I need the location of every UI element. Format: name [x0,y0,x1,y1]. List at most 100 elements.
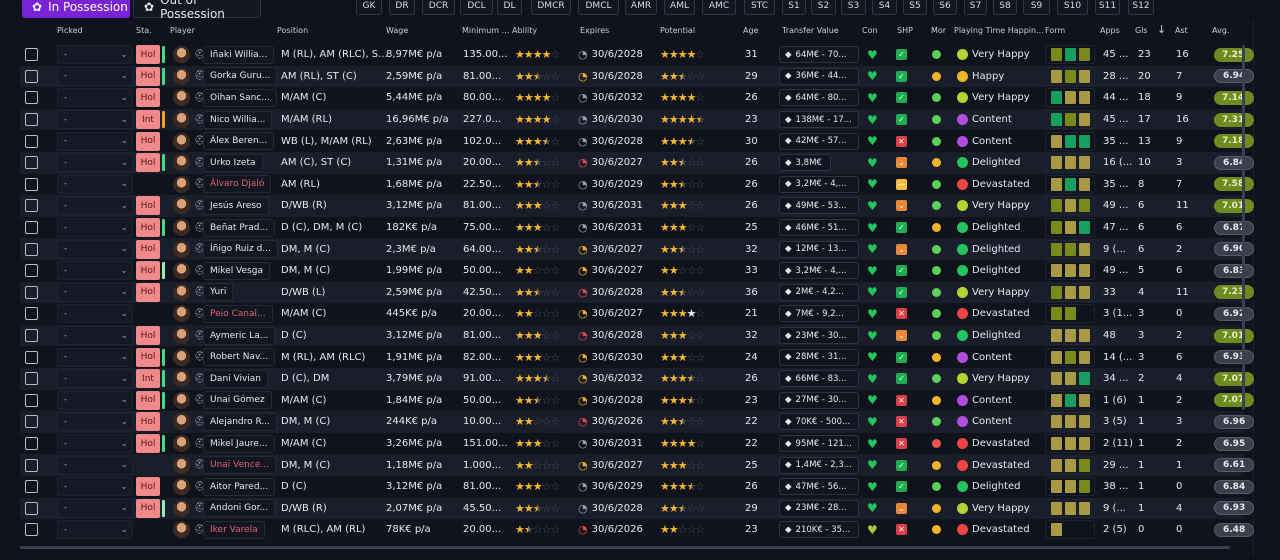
status-badge[interactable]: Hol [136,347,160,367]
transfer-value-box[interactable]: ◆ 23M€ - 30... [779,327,859,345]
table-row[interactable]: - ⌄ ⛑ Unai Vence... DM, M (C) 1,18M€ p/a 1.000… [20,454,1254,476]
picked-dropdown[interactable]: - ⌄ [57,88,133,108]
horizontal-scrollbar[interactable] [20,546,1230,549]
picked-dropdown[interactable]: - ⌄ [57,412,133,432]
status-badge[interactable]: Hol [136,88,160,108]
column-header-expires[interactable]: Expires [580,26,609,35]
position-chip-s8[interactable]: S8 [993,0,1017,15]
column-header-player[interactable]: Player [170,26,195,35]
select-checkbox[interactable] [25,523,38,537]
player-name-link[interactable]: Mikel Jaure... [203,434,275,453]
position-chip-gk[interactable]: GK [356,0,382,15]
position-chip-dl[interactable]: DL [497,0,522,15]
select-checkbox[interactable] [25,264,38,278]
column-header-shp[interactable]: SHP [897,26,913,35]
column-header-position[interactable]: Position [277,26,308,35]
position-chip-s12[interactable]: S12 [1128,0,1154,15]
select-checkbox[interactable] [25,393,38,407]
player-name-link[interactable]: Unai Vence... [203,456,276,475]
column-header-ast[interactable]: Ast [1175,26,1188,35]
transfer-value-box[interactable]: ◆ 36M€ - 44... [779,67,859,85]
picked-dropdown[interactable]: - ⌄ [57,45,133,65]
column-header-minimum[interactable]: Minimum ... [462,26,509,35]
table-row[interactable]: - ⌄ ⛑ Peio Canal... M/AM (C) 445K€ p/a 20.00..… [20,303,1254,325]
status-badge[interactable]: Hol [136,218,160,238]
column-header-ability[interactable]: Ability [512,26,537,35]
position-chip-s4[interactable]: S4 [872,0,897,15]
position-chip-s5[interactable]: S5 [903,0,927,15]
picked-dropdown[interactable]: - ⌄ [57,218,133,238]
status-badge[interactable]: Hol [136,477,160,497]
sort-descending-icon[interactable]: ↓ [1157,23,1166,36]
player-name-link[interactable]: Beñat Prad... [203,218,276,237]
select-checkbox[interactable] [25,48,38,62]
player-name-link[interactable]: Andoni Gor... [203,499,276,518]
player-name-link[interactable]: Iñaki Willia... [203,45,275,64]
player-name-link[interactable]: Mikel Vesga [203,261,270,280]
transfer-value-box[interactable]: ◆ 7M€ - 9,2... [779,305,859,323]
position-chip-s2[interactable]: S2 [811,0,836,15]
select-checkbox[interactable] [25,415,38,429]
table-row[interactable]: - ⌄ Hol ⛑ Unai Gómez M/AM (C) 1,84M€ p/a 50.00.… [20,390,1254,412]
select-checkbox[interactable] [25,177,38,191]
table-row[interactable]: - ⌄ Int ⛑ Nico Willia... M/AM (RL) 16,96M€ p/a… [20,108,1254,131]
status-badge[interactable]: Hol [136,153,160,173]
player-name-link[interactable]: Yuri [203,283,234,302]
select-checkbox[interactable] [25,458,38,472]
select-checkbox[interactable] [25,437,38,451]
table-row[interactable]: - ⌄ Hol ⛑ Iñaki Willia... M (RL), AM (RLC), S… [20,44,1254,66]
table-row[interactable]: - ⌄ Hol ⛑ Íñigo Ruiz d... DM, M (C) 2,3M€ p/a 6… [20,238,1254,260]
transfer-value-box[interactable]: ◆ 70K€ - 500... [779,413,859,431]
transfer-value-box[interactable]: ◆ 23M€ - 28... [779,499,859,517]
table-row[interactable]: - ⌄ Hol ⛑ Alejandro R... DM, M (C) 244K€ p/a 10… [20,411,1254,433]
vertical-scrollbar[interactable] [1242,45,1245,410]
transfer-value-box[interactable]: ◆ 1,4M€ - 2,3... [779,456,859,474]
transfer-value-box[interactable]: ◆ 64M€ - 80... [779,89,859,107]
select-checkbox[interactable] [25,199,38,213]
picked-dropdown[interactable]: - ⌄ [57,153,133,173]
column-header-form[interactable]: Form [1045,26,1065,35]
picked-dropdown[interactable]: - ⌄ [57,326,133,346]
table-row[interactable]: - ⌄ Hol ⛑ Urko Izeta AM (C), ST (C) 1,31M€ p/a… [20,152,1254,174]
player-name-link[interactable]: Iker Varela [203,520,265,539]
player-name-link[interactable]: Oihan Sanc... [203,88,277,107]
position-chip-dmcl[interactable]: DMCL [578,0,619,15]
transfer-value-box[interactable]: ◆ 28M€ - 31... [779,348,859,366]
table-row[interactable]: - ⌄ ⛑ Álvaro Djaló AM (RL) 1,68M€ p/a 22.50...… [20,174,1254,196]
status-badge[interactable]: Int [136,110,160,130]
select-checkbox[interactable] [25,307,38,321]
position-chip-amr[interactable]: AMR [625,0,657,15]
transfer-value-box[interactable]: ◆ 49M€ - 53... [779,197,859,215]
select-checkbox[interactable] [25,69,38,83]
status-badge[interactable]: Hol [136,239,160,259]
column-header-mor[interactable]: Mor [931,26,946,35]
position-chip-s7[interactable]: S7 [964,0,987,15]
player-name-link[interactable]: Jesús Areso [203,196,269,215]
table-row[interactable]: - ⌄ Hol ⛑ Mikel Vesga DM, M (C) 1,99M€ p/a 50.0… [20,260,1254,282]
position-chip-dr[interactable]: DR [389,0,415,15]
picked-dropdown[interactable]: - ⌄ [57,434,133,454]
column-header-potential[interactable]: Potential [660,26,695,35]
transfer-value-box[interactable]: ◆ 12M€ - 13... [779,240,859,258]
player-name-link[interactable]: Aymeric La... [203,326,276,345]
picked-dropdown[interactable]: - ⌄ [57,66,133,86]
transfer-value-box[interactable]: ◆ 138M€ - 17... [779,111,859,129]
status-badge[interactable]: Hol [136,390,160,410]
picked-dropdown[interactable]: - ⌄ [57,498,133,518]
position-chip-amc[interactable]: AMC [702,0,736,15]
select-checkbox[interactable] [25,329,38,343]
select-checkbox[interactable] [25,285,38,299]
column-header-pth[interactable]: Playing Time Happin... [954,26,1044,35]
player-name-link[interactable]: Urko Izeta [203,153,263,172]
position-chip-stc[interactable]: STC [744,0,775,15]
picked-dropdown[interactable]: - ⌄ [57,304,133,324]
table-row[interactable]: - ⌄ Hol ⛑ Yuri D/WB (L) 2,59M€ p/a 42.50... ★ ★ ★ ☆… [20,281,1254,304]
player-name-link[interactable]: Gorka Guru... [203,67,278,86]
select-checkbox[interactable] [25,221,38,235]
column-header-transfer-value[interactable]: Transfer Value [782,26,839,35]
status-badge[interactable]: Hol [136,412,160,432]
select-checkbox[interactable] [25,156,38,170]
status-badge[interactable]: Hol [136,498,160,518]
table-row[interactable]: - ⌄ Hol ⛑ Gorka Guru... AM (RL), ST (C) 2,59M€… [20,65,1254,88]
player-name-link[interactable]: Alejandro R... [203,412,278,431]
